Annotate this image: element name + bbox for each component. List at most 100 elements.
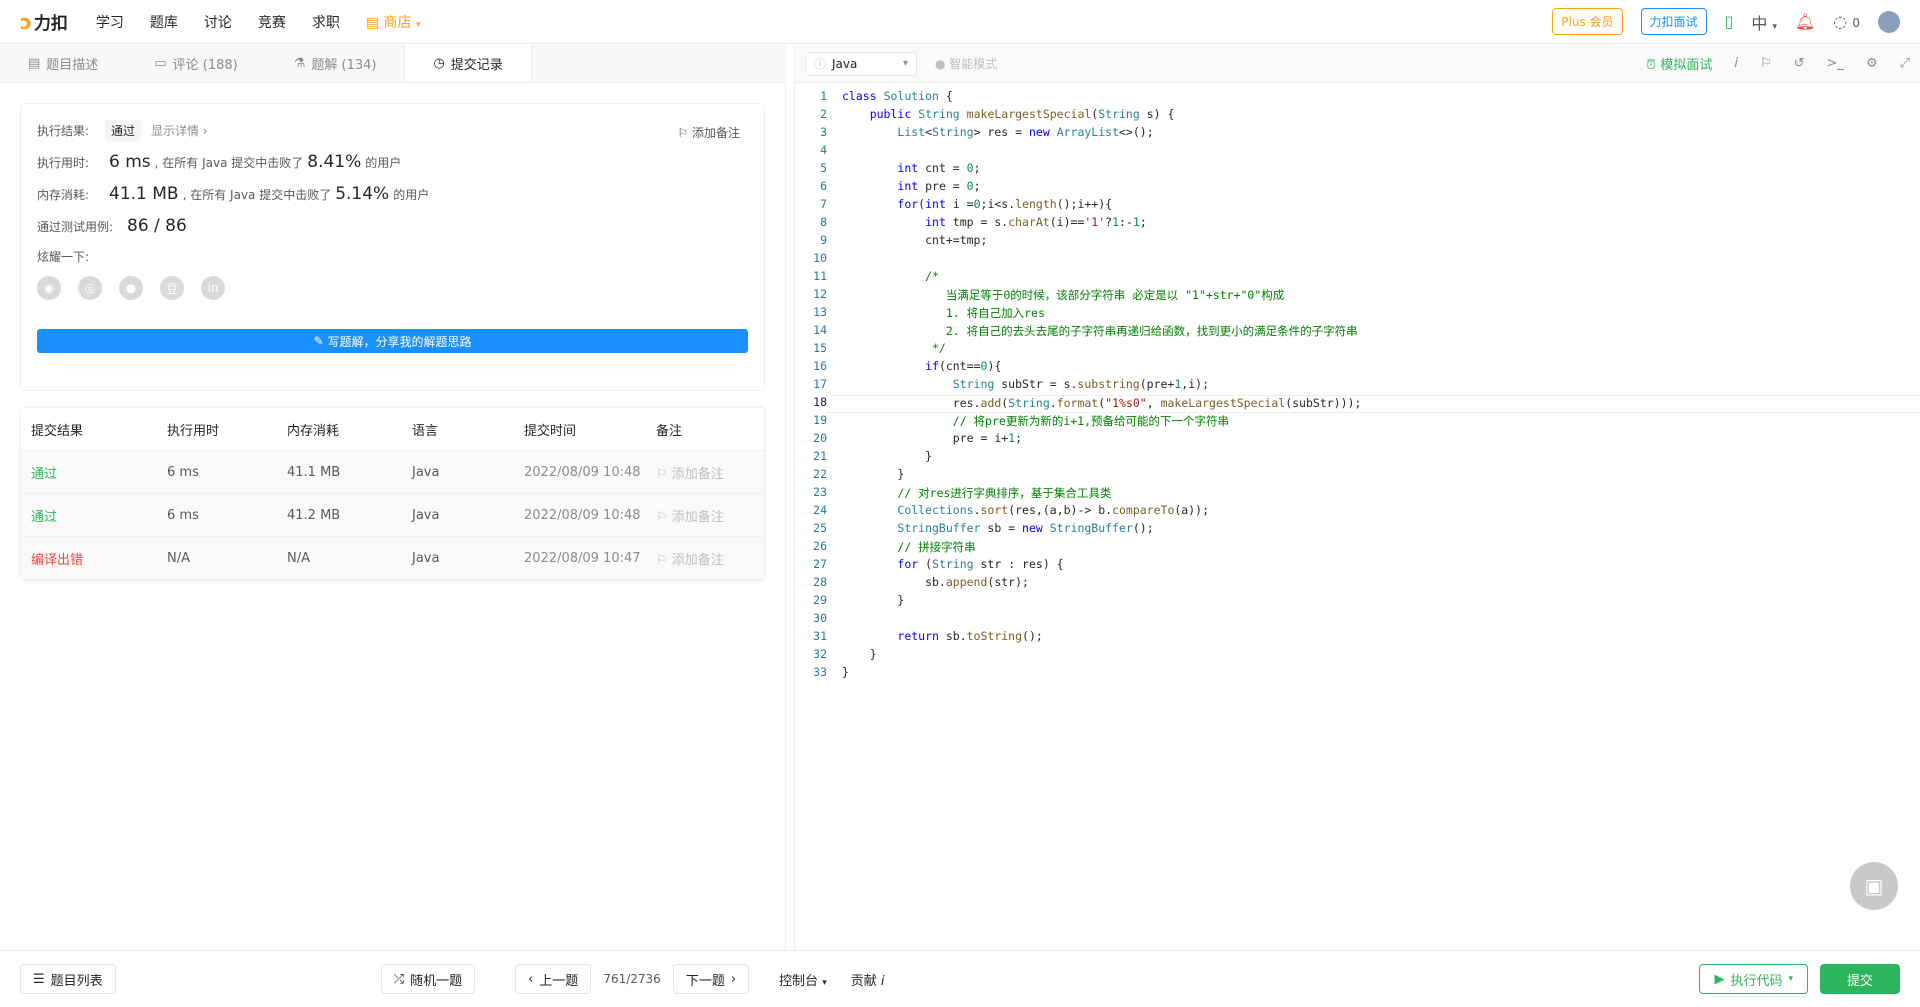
problem-tabs: ▤ 题目描述 ▭ 评论 (188) ⚗ 题解 (134) ◷ 提交记录 [0, 45, 785, 83]
bell-icon[interactable]: 🔔︎ [1795, 12, 1815, 31]
header-language: 语言 [412, 423, 439, 439]
avatar[interactable] [1878, 10, 1900, 33]
settings-icon[interactable]: ⚙ [1866, 56, 1878, 71]
contribute-button[interactable]: 贡献 i [851, 970, 885, 989]
panel-resize-handle[interactable] [785, 45, 795, 950]
code-line: 6 int pre = 0; [820, 179, 981, 193]
prev-label: 上一题 [539, 973, 579, 989]
code-line: 9 cnt+=tmp; [820, 233, 988, 247]
runtime-value: 6 ms [109, 152, 151, 172]
language-select[interactable]: ⓘ Java ▾ [805, 51, 917, 76]
tab-submissions[interactable]: ◷ 提交记录 [404, 45, 532, 82]
tab-comments[interactable]: ▭ 评论 (188) [126, 45, 265, 82]
code-line: 24 Collections.sort(res,(a,b)-> b.compar… [813, 503, 1209, 517]
nav-shop[interactable]: ▤ 商店 ▾ [366, 12, 421, 32]
table-row[interactable]: 通过 6 ms 41.1 MB Java 2022/08/09 10:48 ⚐ … [21, 450, 764, 493]
nav-learn[interactable]: 学习 [96, 12, 124, 32]
info-icon[interactable]: i [1734, 56, 1738, 71]
tab-description[interactable]: ▤ 题目描述 [0, 45, 126, 82]
prev-problem-button[interactable]: ‹ 上一题 [515, 964, 592, 994]
table-header: 提交结果 执行用时 内存消耗 语言 提交时间 备注 [21, 408, 764, 450]
chevron-right-icon: › [730, 971, 737, 987]
nav-problems[interactable]: 题库 [150, 12, 178, 32]
row-add-note[interactable]: ⚐ 添加备注 [656, 463, 764, 482]
clock-icon: ◷ [433, 56, 445, 71]
code-line: 11 /* [813, 269, 939, 283]
share-label: 炫耀一下: [37, 250, 90, 264]
memory-beats-text: , 在所有 Java 提交中击败了 [182, 188, 332, 202]
console-toggle[interactable]: 控制台 ▾ [779, 970, 827, 989]
mock-interview-button[interactable]: ⏰︎ 模拟面试 [1646, 54, 1712, 73]
plus-member-button[interactable]: Plus 会员 [1552, 8, 1623, 35]
row-add-note[interactable]: ⚐ 添加备注 [656, 549, 764, 568]
leetcode-logo[interactable]: ↄ 力扣 [20, 9, 68, 35]
runtime-suffix: 的用户 [365, 156, 402, 170]
editor-panel: ⓘ Java ▾ ● 智能模式 ⏰︎ 模拟面试 i ⚐ ↺ >_ ⚙ ⤢ 1 cl… [795, 45, 1920, 950]
interview-button[interactable]: 力扣面试 [1640, 8, 1707, 35]
terminal-icon[interactable]: >_ [1827, 56, 1844, 71]
write-solution-button[interactable]: ✎ 写题解，分享我的解题思路 [37, 329, 748, 353]
row-language: Java [412, 507, 440, 523]
row-result[interactable]: 编译出错 [21, 549, 167, 568]
flag-icon: ⚐ [656, 509, 672, 525]
write-solution-label: 写题解，分享我的解题思路 [327, 334, 472, 349]
table-row[interactable]: 通过 6 ms 41.2 MB Java 2022/08/09 10:48 ⚐ … [21, 493, 764, 536]
notebook-icon[interactable]: ▣ [1850, 862, 1898, 910]
fullscreen-icon[interactable]: ⤢ [1900, 56, 1910, 71]
smart-mode-toggle[interactable]: ● 智能模式 [935, 55, 997, 72]
flag-icon: ⚐ [656, 552, 672, 568]
weibo-icon[interactable]: ◎ [78, 276, 102, 300]
submit-button[interactable]: 提交 [1820, 964, 1900, 994]
add-note-label: 添加备注 [691, 126, 740, 140]
language-label: 中 [1751, 13, 1768, 33]
nav-discuss[interactable]: 讨论 [204, 12, 232, 32]
tab-label: 题目描述 [46, 58, 99, 73]
code-line: 21 } [813, 449, 933, 463]
logo-text: 力扣 [33, 14, 68, 34]
reset-icon[interactable]: ↺ [1794, 56, 1805, 71]
table-row[interactable]: 编译出错 N/A N/A Java 2022/08/09 10:47 ⚐ 添加备… [21, 536, 764, 579]
alarm-icon: ⏰︎ [1646, 58, 1657, 73]
row-language: Java [412, 550, 440, 566]
show-details-link[interactable]: 显示详情 › [151, 122, 208, 139]
qq-icon[interactable]: ● [119, 276, 143, 300]
nav-jobs[interactable]: 求职 [312, 12, 340, 32]
linkedin-icon[interactable]: in [201, 276, 225, 300]
run-code-button[interactable]: ▶ 执行代码 ▾ [1699, 964, 1808, 994]
add-note-button[interactable]: ⚐ 添加备注 [677, 124, 740, 141]
row-runtime: 6 ms [167, 464, 199, 480]
wechat-icon[interactable]: ◉ [37, 276, 61, 300]
flask-icon: ⚗ [293, 56, 306, 71]
mobile-icon[interactable]: ▯ [1725, 12, 1734, 31]
code-line-current: 18 res.add(String.format("1%s0", makeLar… [795, 395, 1920, 413]
problem-list-button[interactable]: ☰ 题目列表 [20, 964, 116, 994]
memory-value: 41.1 MB [109, 184, 179, 204]
random-problem-button[interactable]: ⤮ 随机一题 [380, 964, 476, 994]
editor-toolbar: ⓘ Java ▾ ● 智能模式 ⏰︎ 模拟面试 i ⚐ ↺ >_ ⚙ ⤢ [795, 45, 1920, 83]
header-note: 备注 [656, 423, 683, 439]
next-problem-button[interactable]: 下一题 › [672, 964, 750, 994]
code-line: 15 */ [813, 341, 946, 355]
row-add-note[interactable]: ⚐ 添加备注 [656, 506, 764, 525]
random-label: 随机一题 [410, 973, 463, 989]
tab-solutions[interactable]: ⚗ 题解 (134) [266, 45, 405, 82]
douban-icon[interactable]: 豆 [160, 276, 184, 300]
code-editor[interactable]: 1 class Solution { 2 public String makeLa… [795, 83, 1920, 950]
language-switch[interactable]: 中 ▾ [1751, 10, 1777, 34]
row-result[interactable]: 通过 [21, 506, 167, 525]
code-line: 8 int tmp = s.charAt(i)=='1'?1:-1; [820, 215, 1147, 229]
flag-icon[interactable]: ⚐ [1760, 56, 1772, 71]
code-line: 5 int cnt = 0; [820, 161, 981, 175]
info-icon: i [880, 973, 885, 989]
nav-contest[interactable]: 竞赛 [258, 12, 286, 32]
tab-label: 评论 (188) [172, 58, 238, 73]
row-language: Java [412, 464, 440, 480]
logo-icon: ↄ [20, 9, 32, 34]
row-memory: 41.2 MB [287, 507, 341, 523]
row-time: 2022/08/09 10:48 [524, 507, 641, 523]
code-line: 32 } [813, 647, 877, 661]
row-result[interactable]: 通过 [21, 463, 167, 482]
code-line: 7 for(int i =0;i<s.length();i++){ [820, 197, 1113, 211]
row-time: 2022/08/09 10:47 [524, 550, 641, 566]
points-indicator[interactable]: ◌ 0 [1833, 12, 1860, 31]
